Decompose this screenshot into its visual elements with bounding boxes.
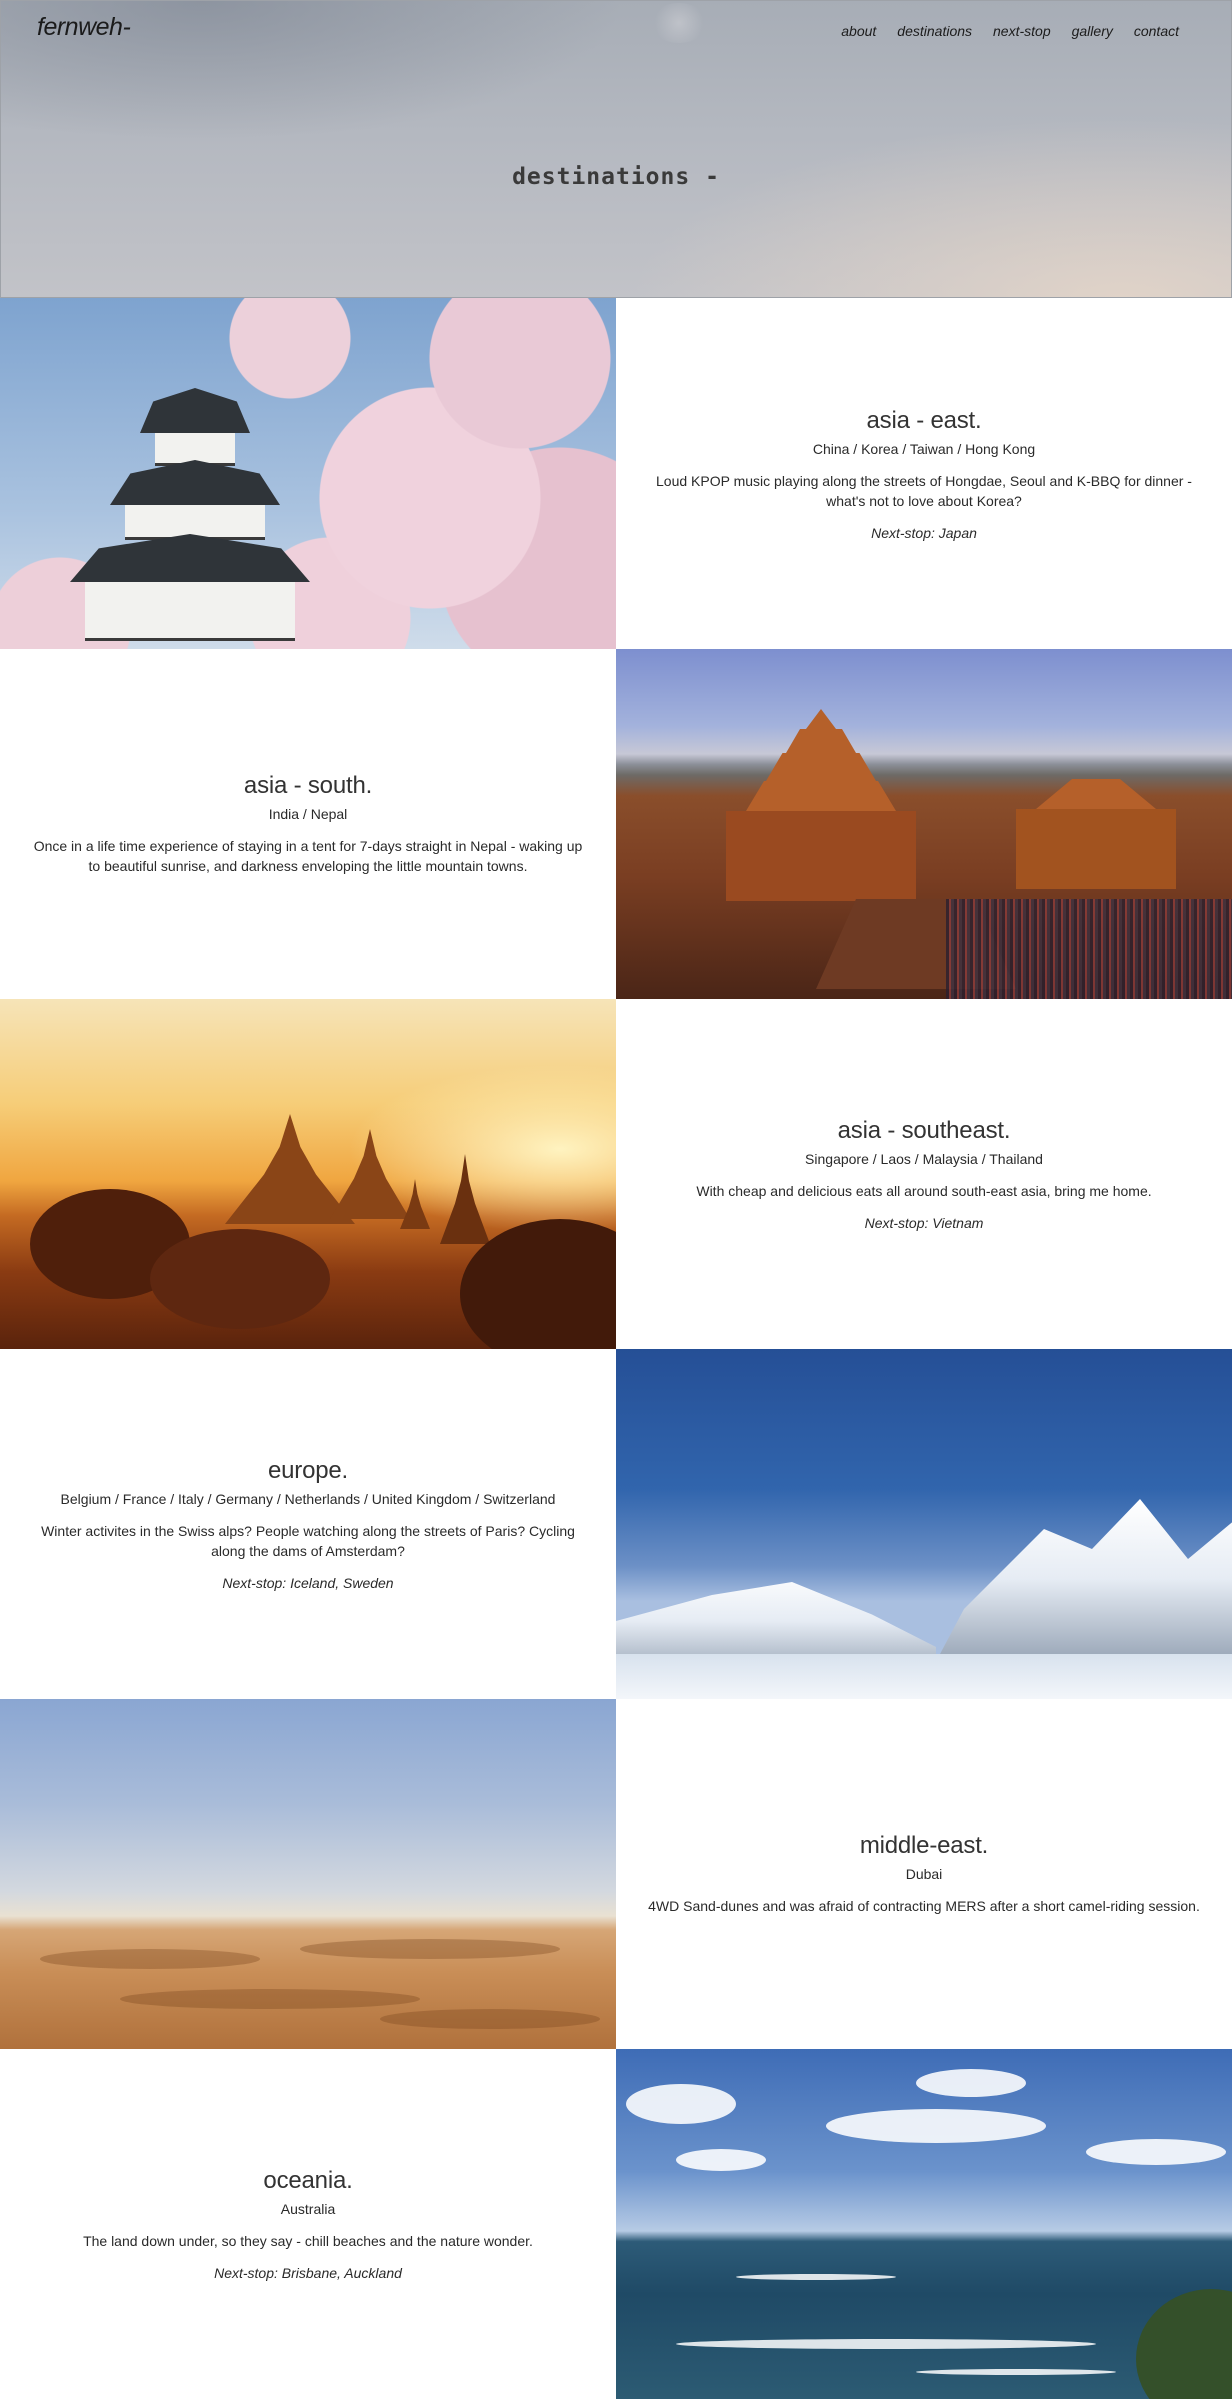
nav-link-next-stop[interactable]: next-stop [993, 23, 1051, 39]
page-title: destinations - [512, 164, 720, 191]
destination-text-oceania: oceania. Australia The land down under, … [0, 2049, 616, 2399]
bagan-sunset-photo [0, 999, 616, 1349]
destination-text-europe: europe. Belgium / France / Italy / Germa… [0, 1349, 616, 1699]
castle-illustration [70, 388, 320, 641]
nav-link-destinations[interactable]: destinations [897, 23, 972, 39]
destination-text-asia-southeast: asia - southeast. Singapore / Laos / Mal… [616, 999, 1232, 1349]
region-title: middle-east. [859, 1832, 989, 1859]
region-title: asia - south. [243, 772, 373, 799]
nav-link-about[interactable]: about [841, 23, 876, 39]
main-nav: about destinations next-stop gallery con… [841, 23, 1179, 39]
region-title: oceania. [263, 2167, 353, 2194]
destination-row-asia-south: asia - south. India / Nepal Once in a li… [0, 649, 1232, 999]
region-countries: China / Korea / Taiwan / Hong Kong [812, 440, 1036, 457]
destination-image-japan-castle [0, 298, 616, 649]
destination-row-asia-east: asia - east. China / Korea / Taiwan / Ho… [0, 298, 1232, 649]
region-title: europe. [268, 1457, 348, 1484]
swiss-alps-photo [616, 1349, 1232, 1699]
destination-image-desert [0, 1699, 616, 2049]
nav-link-gallery[interactable]: gallery [1072, 23, 1113, 39]
hero-banner: fernweh- about destinations next-stop ga… [0, 0, 1232, 298]
destination-text-asia-south: asia - south. India / Nepal Once in a li… [0, 649, 616, 999]
region-description: Winter activites in the Swiss alps? Peop… [41, 1523, 575, 1559]
region-countries: Australia [280, 2201, 336, 2217]
region-title: asia - southeast. [837, 1117, 1011, 1144]
region-description: With cheap and delicious eats all around… [696, 1183, 1152, 1199]
site-logo[interactable]: fernweh- [37, 13, 131, 42]
region-description: Loud KPOP music playing along the street… [656, 472, 1192, 509]
region-title: asia - east. [866, 406, 982, 434]
region-next-stop: Next-stop: Japan [871, 524, 977, 541]
japan-castle-photo [0, 298, 616, 649]
destination-image-swiss-alps [616, 1349, 1232, 1699]
destination-image-nepal-temples [616, 649, 1232, 999]
region-description: Once in a life time experience of stayin… [33, 838, 583, 874]
region-countries: India / Nepal [268, 806, 348, 822]
region-description: The land down under, so they say - chill… [83, 2233, 533, 2249]
region-next-stop: Next-stop: Brisbane, Auckland [214, 2265, 402, 2281]
region-countries: Belgium / France / Italy / Germany / Net… [60, 1491, 556, 1507]
hero-background-moon [651, 3, 707, 43]
bondi-beach-photo [616, 2049, 1232, 2399]
region-next-stop: Next-stop: Iceland, Sweden [222, 1575, 394, 1591]
crowd-illustration [946, 899, 1232, 999]
destination-text-middle-east: middle-east. Dubai 4WD Sand-dunes and wa… [616, 1699, 1232, 2049]
destination-text-asia-east: asia - east. China / Korea / Taiwan / Ho… [616, 298, 1232, 649]
destination-row-asia-southeast: asia - southeast. Singapore / Laos / Mal… [0, 999, 1232, 1349]
destination-image-bagan [0, 999, 616, 1349]
nav-link-contact[interactable]: contact [1134, 23, 1179, 39]
region-countries: Singapore / Laos / Malaysia / Thailand [805, 1151, 1043, 1167]
destination-row-europe: europe. Belgium / France / Italy / Germa… [0, 1349, 1232, 1699]
destination-row-oceania: oceania. Australia The land down under, … [0, 2049, 1232, 2399]
region-next-stop: Next-stop: Vietnam [864, 1215, 984, 1231]
region-countries: Dubai [905, 1866, 943, 1882]
desert-dunes-photo [0, 1699, 616, 2049]
snowfield [616, 1654, 1232, 1699]
region-description: 4WD Sand-dunes and was afraid of contrac… [648, 1898, 1200, 1914]
destination-row-middle-east: middle-east. Dubai 4WD Sand-dunes and wa… [0, 1699, 1232, 2049]
nepal-temples-photo [616, 649, 1232, 999]
destination-image-beach [616, 2049, 1232, 2399]
